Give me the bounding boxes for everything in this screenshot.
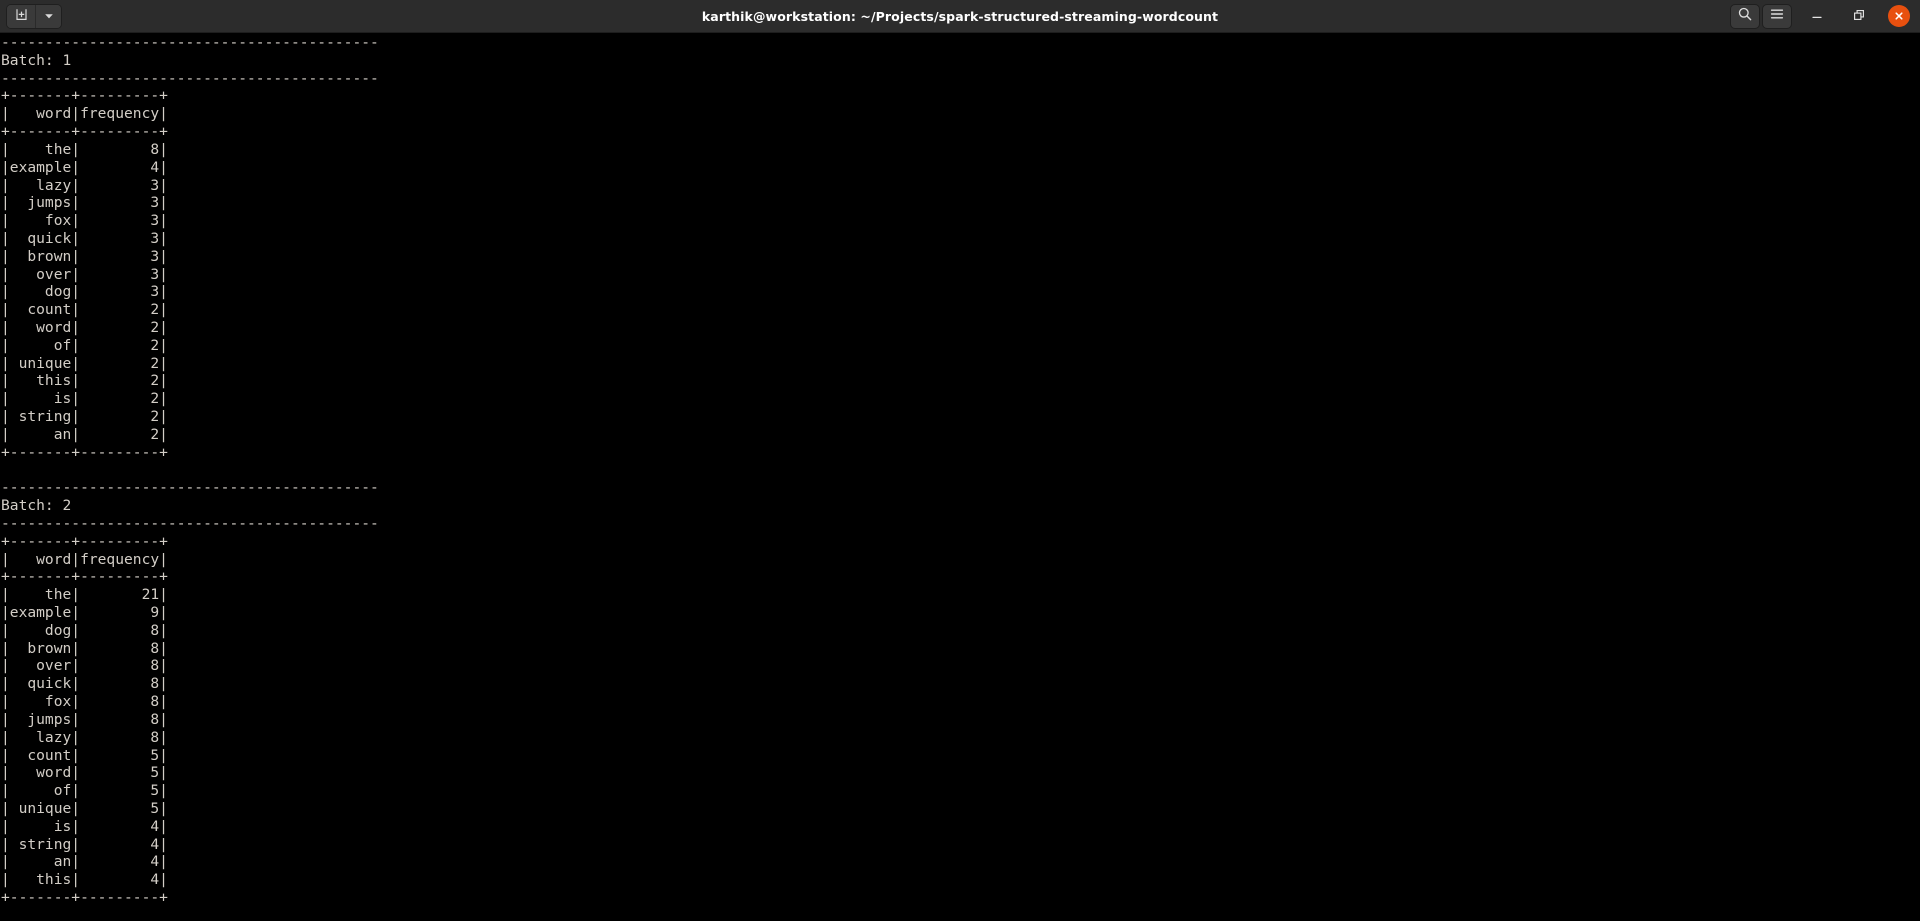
maximize-button[interactable] xyxy=(1842,3,1876,29)
titlebar-right-controls xyxy=(1730,3,1914,29)
new-tab-button[interactable] xyxy=(7,4,35,28)
hamburger-menu-icon xyxy=(1769,6,1785,26)
tab-menu-button[interactable] xyxy=(35,4,61,28)
new-tab-button-group xyxy=(6,3,62,29)
titlebar[interactable]: karthik@workstation: ~/Projects/spark-st… xyxy=(0,0,1920,33)
terminal-window: karthik@workstation: ~/Projects/spark-st… xyxy=(0,0,1920,921)
minimize-icon xyxy=(1810,7,1824,26)
titlebar-left-controls xyxy=(6,3,62,29)
window-title: karthik@workstation: ~/Projects/spark-st… xyxy=(701,8,1219,24)
search-icon xyxy=(1737,6,1753,26)
chevron-down-icon xyxy=(43,7,55,26)
find-button[interactable] xyxy=(1730,3,1760,29)
new-tab-icon xyxy=(14,7,29,26)
terminal-output: ----------------------------------------… xyxy=(1,34,379,906)
terminal-screen[interactable]: ----------------------------------------… xyxy=(0,33,1920,921)
restore-window-icon xyxy=(1852,7,1866,26)
minimize-button[interactable] xyxy=(1800,3,1834,29)
close-icon xyxy=(1893,7,1905,26)
main-menu-button[interactable] xyxy=(1762,3,1792,29)
close-button[interactable] xyxy=(1888,5,1910,27)
